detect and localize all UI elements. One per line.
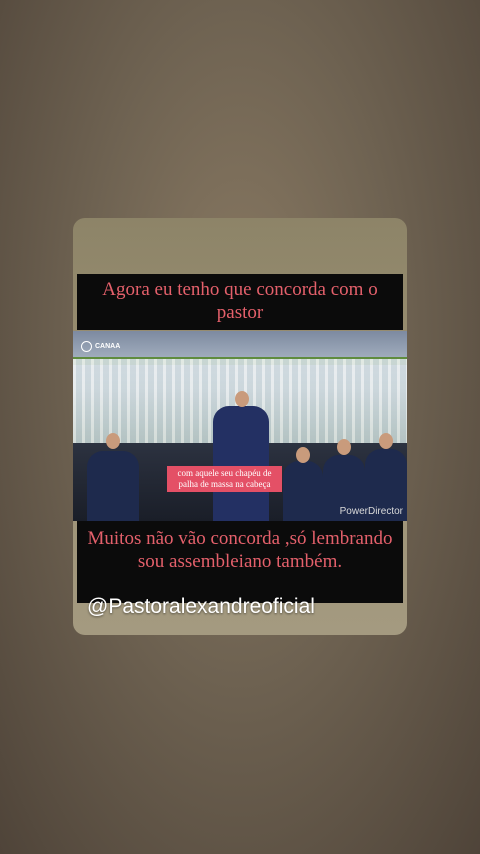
person-head bbox=[296, 447, 310, 463]
bottom-caption: Muitos não vão concorda ,só lembrando so… bbox=[77, 521, 403, 603]
person-head bbox=[379, 433, 393, 449]
video-frame[interactable]: CANAA com aquele seu chapéu de palha de … bbox=[73, 331, 407, 521]
top-caption: Agora eu tenho que concorda com o pastor bbox=[77, 274, 403, 330]
user-handle[interactable]: @Pastoralexandreoficial bbox=[87, 595, 315, 619]
channel-logo: CANAA bbox=[81, 341, 120, 352]
seated-person-left bbox=[87, 451, 139, 521]
person-head bbox=[337, 439, 351, 455]
seated-person-right-1 bbox=[283, 461, 323, 521]
person-head bbox=[106, 433, 120, 449]
logo-mark-icon bbox=[81, 341, 92, 352]
preacher-head bbox=[235, 391, 249, 407]
video-watermark: PowerDirector bbox=[339, 506, 403, 517]
story-media-card[interactable]: Agora eu tenho que concorda com o pastor… bbox=[73, 218, 407, 635]
logo-text: CANAA bbox=[95, 343, 121, 350]
preacher bbox=[213, 406, 269, 521]
video-overlay-label: com aquele seu chapéu de palha de massa … bbox=[167, 466, 282, 492]
